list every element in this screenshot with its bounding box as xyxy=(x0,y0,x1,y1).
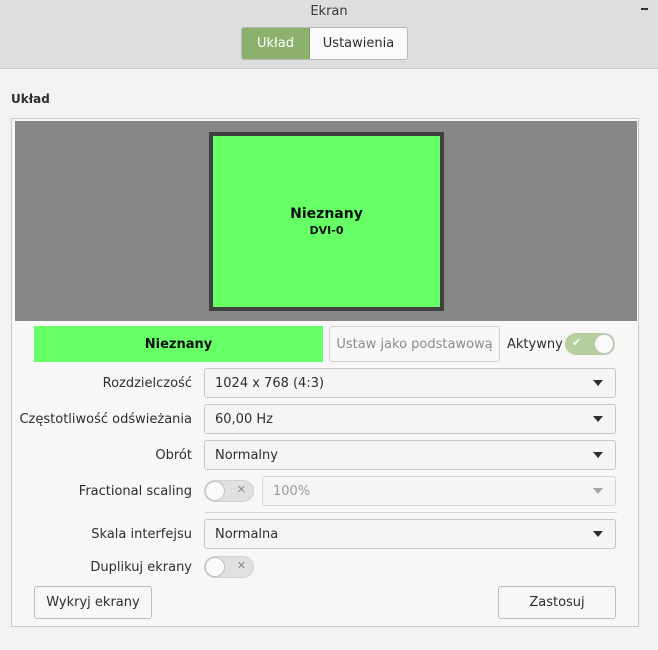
window-title: Ekran xyxy=(310,4,348,19)
monitor-name: Nieznany xyxy=(290,206,363,222)
x-icon: ✕ xyxy=(236,559,246,572)
layout-frame: Nieznany DVI-0 Nieznany Ustaw jako podst… xyxy=(11,118,639,627)
rotation-value: Normalny xyxy=(215,447,278,463)
fractional-select: 100% xyxy=(262,476,616,506)
apply-button[interactable]: Zastosuj xyxy=(498,586,616,619)
rotation-label: Obrót xyxy=(155,448,192,463)
ui-scale-select[interactable]: Normalna xyxy=(204,519,616,549)
view-switcher: Układ Ustawienia xyxy=(241,27,408,60)
fractional-toggle[interactable]: ✕ xyxy=(204,480,254,502)
monitor-port: DVI-0 xyxy=(309,224,344,237)
toggle-knob xyxy=(205,481,225,501)
mirror-label: Duplikuj ekrany xyxy=(90,560,192,575)
chevron-down-icon xyxy=(593,452,603,458)
tab-settings[interactable]: Ustawienia xyxy=(310,28,407,59)
ui-scale-label: Skala interfejsu xyxy=(91,527,192,542)
resolution-value: 1024 x 768 (4:3) xyxy=(215,375,325,391)
chevron-down-icon xyxy=(593,531,603,537)
fractional-value: 100% xyxy=(273,483,311,499)
detect-displays-button[interactable]: Wykryj ekrany xyxy=(34,586,152,619)
toggle-knob xyxy=(205,557,225,577)
x-icon: ✕ xyxy=(236,483,246,496)
tab-layout[interactable]: Układ xyxy=(242,28,310,59)
chevron-down-icon xyxy=(593,488,603,494)
minimize-icon[interactable] xyxy=(641,8,648,10)
chevron-down-icon xyxy=(593,380,603,386)
refresh-select[interactable]: 60,00 Hz xyxy=(204,404,616,434)
chevron-down-icon xyxy=(593,416,603,422)
active-toggle[interactable]: ✔ xyxy=(565,333,615,355)
toggle-knob xyxy=(594,334,614,354)
resolution-select[interactable]: 1024 x 768 (4:3) xyxy=(204,368,616,398)
monitor-preview[interactable]: Nieznany DVI-0 xyxy=(209,132,444,311)
set-primary-button[interactable]: Ustaw jako podstawową xyxy=(329,326,500,362)
section-title: Układ xyxy=(11,92,50,106)
selected-monitor-label: Nieznany xyxy=(34,326,323,362)
active-label: Aktywny xyxy=(507,337,563,352)
ui-scale-value: Normalna xyxy=(215,526,279,542)
resolution-label: Rozdzielczość xyxy=(102,376,192,391)
rotation-select[interactable]: Normalny xyxy=(204,440,616,470)
refresh-label: Częstotliwość odświeżania xyxy=(19,412,192,427)
divider xyxy=(205,512,617,513)
check-icon: ✔ xyxy=(572,336,582,349)
fractional-label: Fractional scaling xyxy=(78,484,192,499)
monitor-canvas: Nieznany DVI-0 xyxy=(15,121,637,321)
refresh-value: 60,00 Hz xyxy=(215,411,273,427)
mirror-toggle[interactable]: ✕ xyxy=(204,556,254,578)
window-header: Ekran Układ Ustawienia xyxy=(0,0,658,69)
